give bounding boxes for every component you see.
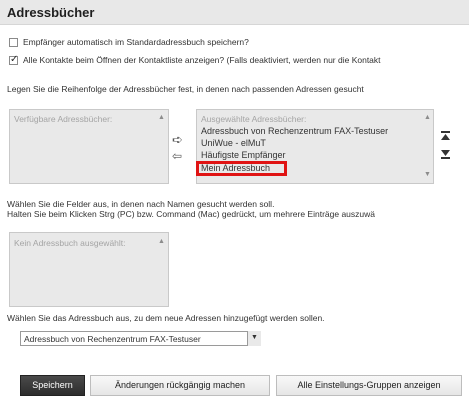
- show-all-contacts-label: Alle Kontakte beim Öffnen der Kontaktlis…: [23, 55, 381, 65]
- save-button[interactable]: Speichern: [20, 375, 85, 396]
- selected-list-header: Ausgewählte Adressbücher:: [201, 114, 307, 124]
- scroll-up-icon[interactable]: ▲: [158, 238, 165, 245]
- arrow-right-icon[interactable]: ➪: [172, 132, 183, 148]
- move-to-top-icon[interactable]: [440, 131, 451, 142]
- scroll-up-icon[interactable]: ▲: [424, 114, 431, 121]
- list-item[interactable]: Adressbuch von Rechenzentrum FAX-Testuse…: [201, 126, 388, 136]
- order-instruction: Legen Sie die Reihenfolge der Adressbüch…: [7, 84, 364, 94]
- fields-list-header: Kein Adressbuch ausgewählt:: [14, 238, 126, 248]
- chevron-down-icon[interactable]: ▼: [247, 331, 261, 346]
- page-title: Adressbücher: [7, 5, 95, 20]
- target-instruction: Wählen Sie das Adressbuch aus, zu dem ne…: [7, 313, 325, 323]
- list-item[interactable]: UniWue - elMuT: [201, 138, 266, 148]
- available-list-header: Verfügbare Adressbücher:: [14, 114, 113, 124]
- save-recipients-checkbox[interactable]: [9, 38, 18, 47]
- scroll-down-icon[interactable]: ▼: [424, 171, 431, 178]
- scroll-up-icon[interactable]: ▲: [158, 114, 165, 121]
- list-item-mein-adressbuch[interactable]: Mein Adressbuch: [201, 163, 270, 173]
- show-all-contacts-checkbox[interactable]: [9, 54, 18, 65]
- list-item[interactable]: Häufigste Empfänger: [201, 150, 286, 160]
- undo-changes-button[interactable]: Änderungen rückgängig machen: [90, 375, 270, 396]
- arrow-left-icon[interactable]: ⇦: [172, 149, 182, 163]
- target-addressbook-value: Adressbuch von Rechenzentrum FAX-Testuse…: [24, 334, 201, 344]
- show-all-groups-button[interactable]: Alle Einstellungs-Gruppen anzeigen: [276, 375, 462, 396]
- save-recipients-label: Empfänger automatisch im Standardadressb…: [23, 37, 249, 47]
- fields-instruction-1: Wählen Sie die Felder aus, in denen nach…: [7, 199, 275, 209]
- move-to-bottom-icon[interactable]: [440, 148, 451, 159]
- fields-instruction-2: Halten Sie beim Klicken Strg (PC) bzw. C…: [7, 209, 376, 219]
